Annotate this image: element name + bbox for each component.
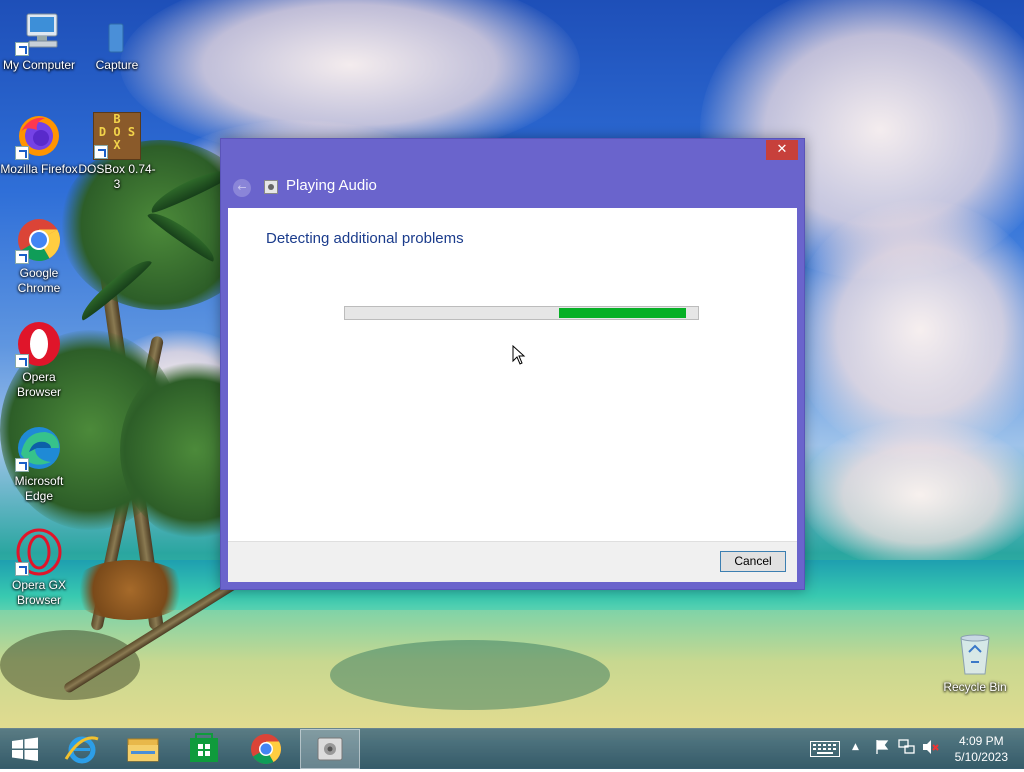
back-arrow-icon[interactable]: ← <box>233 179 251 197</box>
dialog-footer: Cancel <box>228 541 797 582</box>
desktop-icon-my-computer[interactable]: My Computer <box>0 8 78 73</box>
desktop-icon-firefox[interactable]: Mozilla Firefox <box>0 112 78 177</box>
desktop-icon-capture[interactable]: Capture <box>78 8 156 73</box>
window-title: Playing Audio <box>286 177 377 194</box>
status-heading: Detecting additional problems <box>266 230 464 247</box>
firefox-icon <box>15 112 63 160</box>
taskbar-clock[interactable]: 4:09 PM 5/10/2023 <box>955 733 1008 765</box>
opera-icon <box>15 320 63 368</box>
show-hidden-icons-chevron-icon[interactable]: ▲ <box>852 742 859 752</box>
desktop-icon-label: Google Chrome <box>17 266 61 295</box>
desktop-icon-label: Recycle Bin <box>943 680 1007 694</box>
progress-bar <box>344 306 699 320</box>
desktop-icon-chrome[interactable]: Google Chrome <box>0 216 78 296</box>
troubleshooter-icon[interactable] <box>300 729 360 769</box>
dosbox-icon: B D O S X <box>93 112 141 160</box>
cancel-button[interactable]: Cancel <box>720 551 786 572</box>
windows-start-icon[interactable] <box>0 729 50 769</box>
desktop-icon-label: Mozilla Firefox <box>0 162 78 176</box>
desktop-icon-label: Opera Browser <box>16 370 61 399</box>
store-icon[interactable] <box>174 729 234 769</box>
file-explorer-icon[interactable] <box>113 729 173 769</box>
edge-icon <box>15 424 63 472</box>
computer-icon <box>15 8 63 56</box>
desktop-icon-dosbox[interactable]: B D O S X DOSBox 0.74-3 <box>78 112 156 192</box>
chrome-icon[interactable] <box>236 729 296 769</box>
network-icon[interactable] <box>898 739 916 758</box>
progress-bar-fill <box>559 308 686 318</box>
close-button[interactable]: ✕ <box>766 140 798 160</box>
desktop-icon-opera[interactable]: Opera Browser <box>0 320 78 400</box>
taskbar: ▲ 4:09 PM 5/10/2023 <box>0 728 1024 769</box>
keyboard-icon[interactable] <box>810 741 840 760</box>
desktop-icon-recycle-bin[interactable]: Recycle Bin <box>936 630 1014 695</box>
opera-gx-icon <box>15 528 63 576</box>
window-header: ← Playing Audio <box>221 169 804 207</box>
desktop-icon-label: DOSBox 0.74-3 <box>78 162 156 191</box>
recycle-bin-icon <box>951 630 999 678</box>
dialog-content: Detecting additional problems <box>228 208 797 541</box>
folder-icon <box>93 8 141 56</box>
action-center-flag-icon[interactable] <box>874 739 890 758</box>
dosbox-logo-letter: D <box>98 125 107 139</box>
volume-muted-icon[interactable] <box>922 739 940 758</box>
dosbox-logo-letter: O <box>113 125 121 139</box>
clock-date: 5/10/2023 <box>954 750 1008 764</box>
desktop-icon-edge[interactable]: Microsoft Edge <box>0 424 78 504</box>
dosbox-logo-letter: S <box>127 125 136 139</box>
desktop-icon-label: Capture <box>95 58 139 72</box>
desktop-icon-label: My Computer <box>2 58 76 72</box>
clock-time: 4:09 PM <box>958 734 1004 748</box>
desktop-icon-label: Opera GX Browser <box>11 578 67 607</box>
speaker-troubleshooter-icon <box>264 180 278 194</box>
internet-explorer-icon[interactable] <box>52 729 112 769</box>
desktop-icon-opera-gx[interactable]: Opera GX Browser <box>0 528 78 608</box>
chrome-icon <box>15 216 63 264</box>
desktop-icon-label: Microsoft Edge <box>14 474 64 503</box>
